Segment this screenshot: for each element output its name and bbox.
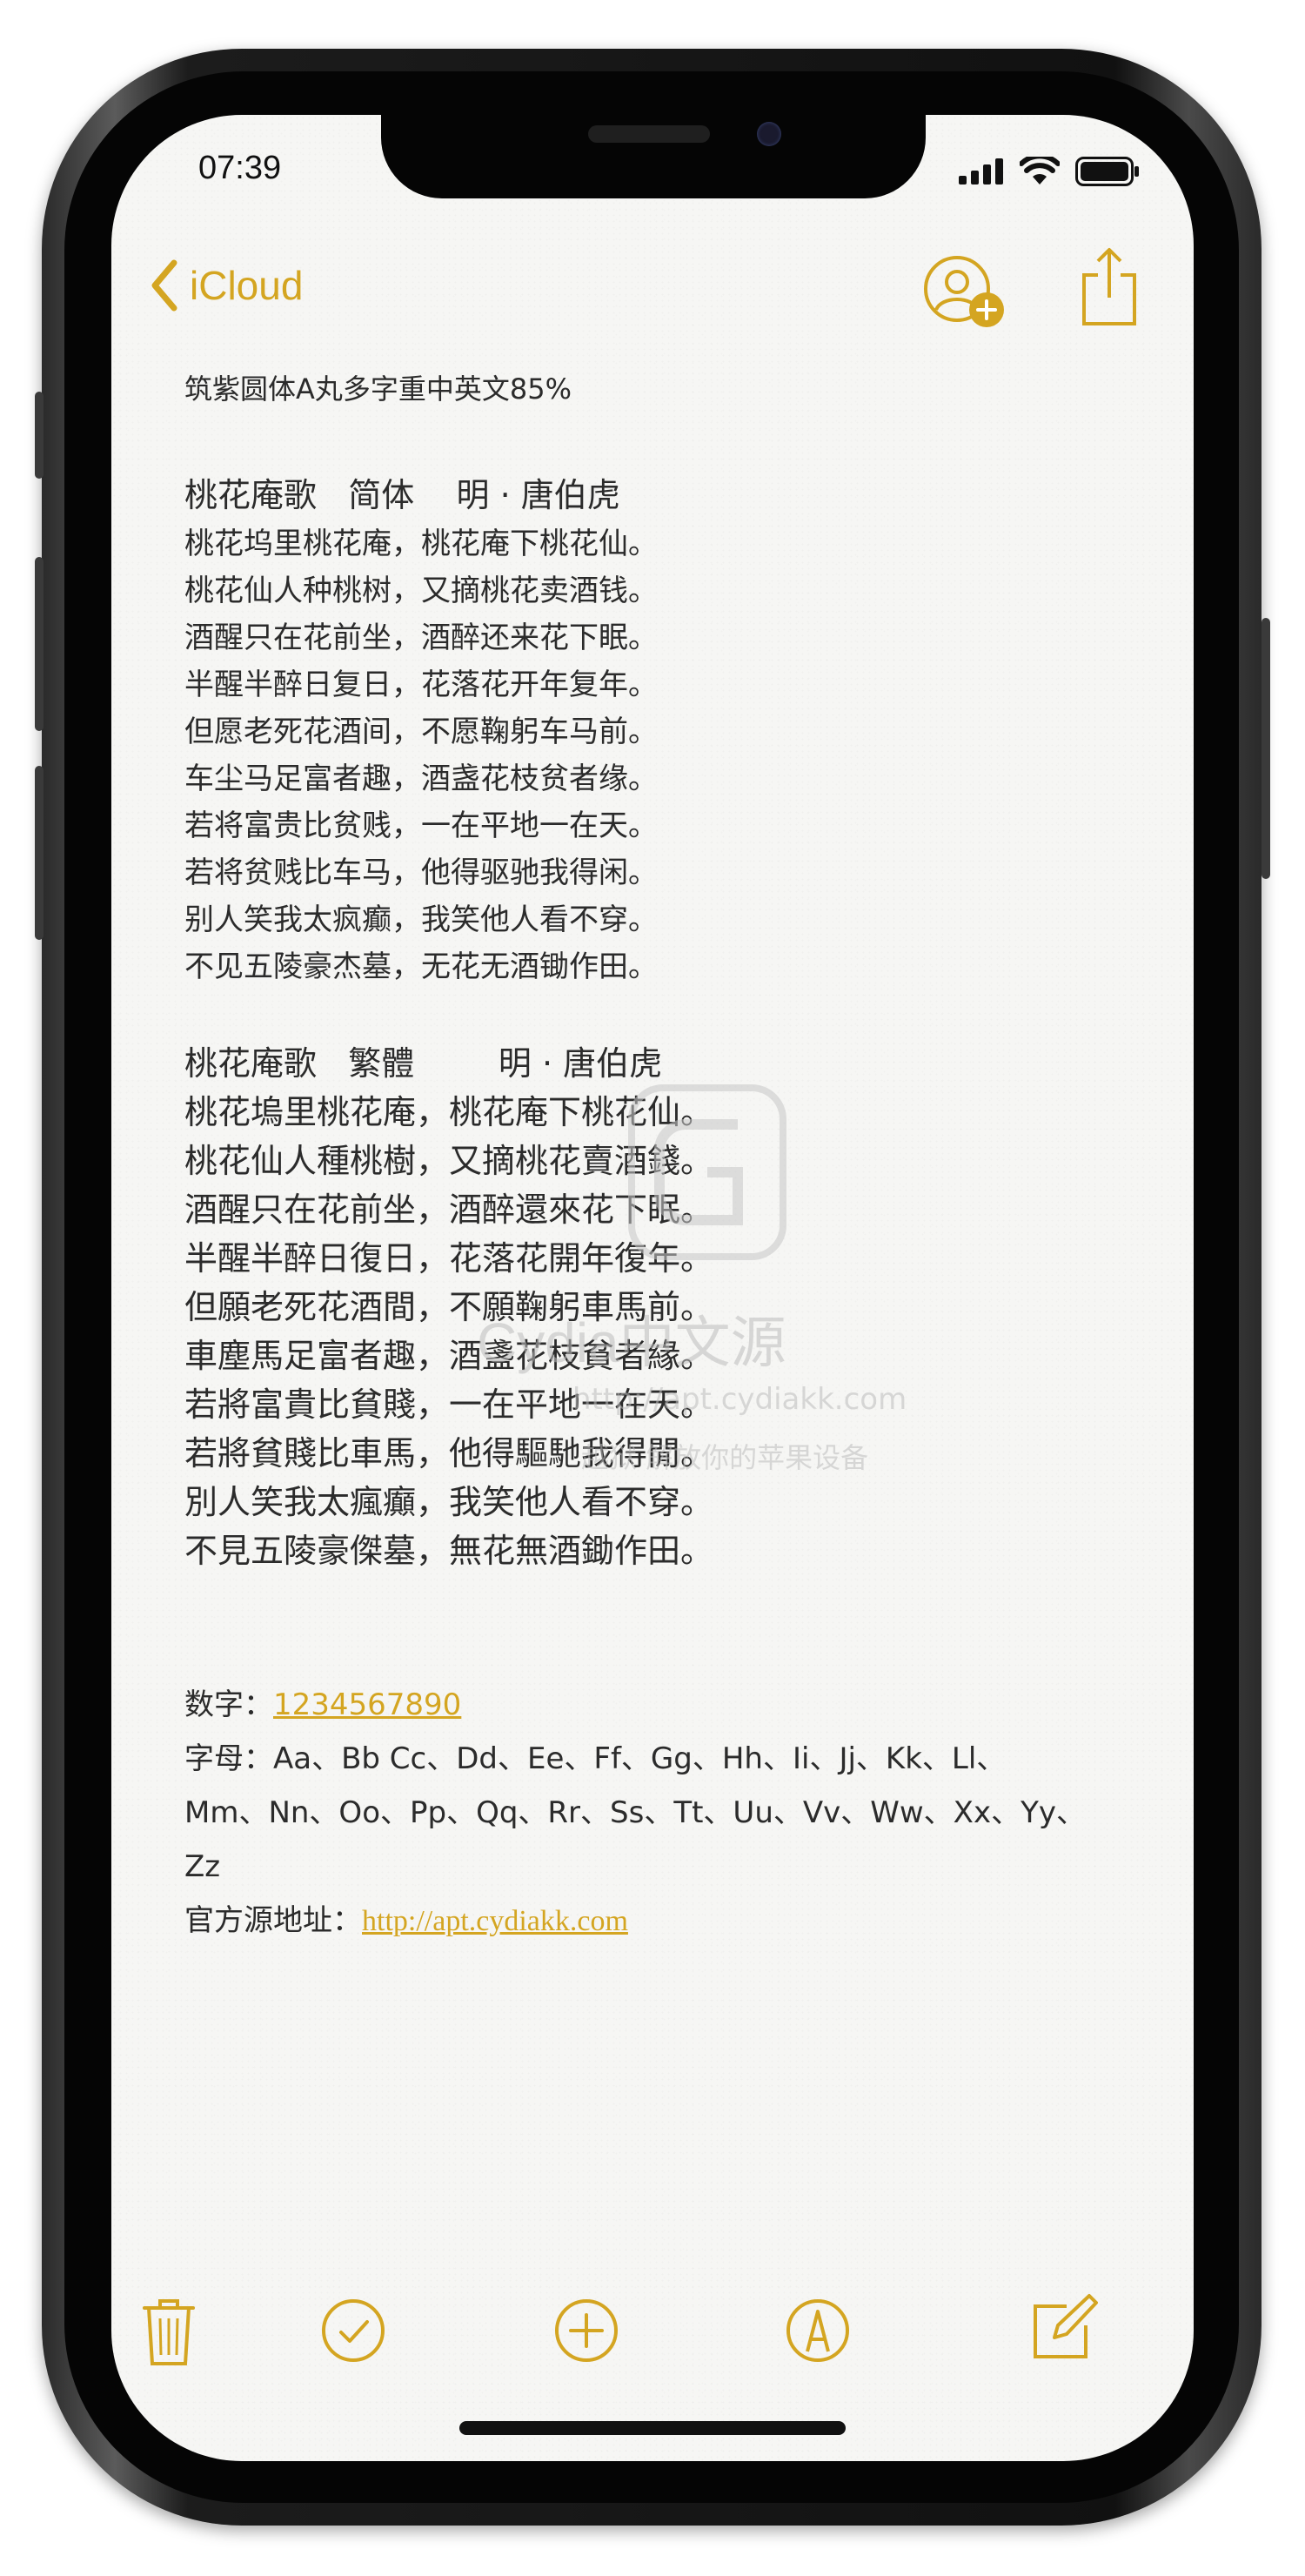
simplified-line: 但愿老死花酒间，不愿鞠躬车马前。 — [184, 714, 658, 749]
simplified-line: 半醒半醉日复日，花落花开年复年。 — [184, 667, 658, 702]
simplified-line: 桃花仙人种桃树，又摘桃花卖酒钱。 — [184, 574, 658, 608]
traditional-line: 但願老死花酒間，不願鞠躬車馬前。 — [184, 1288, 714, 1326]
simplified-line: 酒醒只在花前坐，酒醉还来花下眠。 — [184, 621, 658, 655]
chevron-left-icon — [151, 259, 177, 312]
simplified-heading: 桃花庵歌 简体 明 · 唐伯虎 — [184, 476, 620, 514]
simplified-line: 别人笑我太疯癫，我笑他人看不穿。 — [184, 902, 658, 937]
battery-icon — [1075, 157, 1139, 186]
markup-icon[interactable] — [785, 2298, 851, 2364]
letters-line-3: Zz — [184, 1849, 221, 1884]
traditional-line: 若將貧賤比車馬，他得驅馳我得閒。 — [184, 1434, 714, 1472]
traditional-line: 酒醒只在花前坐，酒醉還來花下眠。 — [184, 1191, 714, 1229]
back-button[interactable]: iCloud — [150, 259, 303, 312]
screen: 07:39 iCloud 筑紫圆体A丸多字重中英文85% 桃花庵歌 简体 明 ·… — [111, 115, 1194, 2461]
power-button — [1262, 618, 1270, 879]
source-line: 官方源地址：http://apt.cydiakk.com — [184, 1894, 1141, 1949]
status-icons — [959, 157, 1140, 186]
bottom-toolbar — [111, 2273, 1194, 2395]
checklist-icon[interactable] — [320, 2298, 386, 2364]
traditional-line: 半醒半醉日復日，花落花開年復年。 — [184, 1239, 714, 1278]
note-body[interactable]: 筑紫圆体A丸多字重中英文85% 桃花庵歌 简体 明 · 唐伯虎 桃花坞里桃花庵，… — [184, 367, 1141, 1949]
add-icon[interactable] — [553, 2298, 619, 2364]
font-name-line: 筑紫圆体A丸多字重中英文85% — [184, 372, 572, 406]
simplified-line: 若将富贵比贫贱，一在平地一在天。 — [184, 808, 658, 843]
front-camera — [757, 122, 781, 146]
cellular-signal-icon — [959, 158, 1003, 184]
add-person-icon[interactable] — [922, 254, 1009, 332]
digits-label: 数字： — [184, 1687, 273, 1722]
traditional-line: 桃花塢里桃花庵，桃花庵下桃花仙。 — [184, 1093, 714, 1131]
letters-line-2: Mm、Nn、Oo、Pp、Qq、Rr、Ss、Tt、Uu、Vv、Ww、Xx、Yy、 — [184, 1795, 1086, 1830]
wifi-icon — [1020, 157, 1060, 184]
home-indicator — [459, 2421, 846, 2435]
compose-icon[interactable] — [1028, 2292, 1098, 2362]
share-icon[interactable] — [1079, 245, 1140, 329]
traditional-line: 桃花仙人種桃樹，又摘桃花賣酒錢。 — [184, 1142, 714, 1180]
traditional-line: 若將富貴比貧賤，一在平地一在天。 — [184, 1385, 714, 1424]
digits-link[interactable]: 1234567890 — [273, 1687, 461, 1722]
trash-icon[interactable] — [141, 2296, 197, 2369]
simplified-line: 若将贫贱比车马，他得驱驰我得闲。 — [184, 855, 658, 890]
simplified-line: 车尘马足富者趣，酒盏花枝贫者缘。 — [184, 761, 658, 796]
traditional-line: 別人笑我太瘋癲，我笑他人看不穿。 — [184, 1483, 714, 1521]
traditional-heading: 桃花庵歌 繁體 明 · 唐伯虎 — [184, 1044, 663, 1083]
letters-line: 字母：Aa、Bb Cc、Dd、Ee、Ff、Gg、Hh、Ii、Jj、Kk、Ll、 — [184, 1732, 1141, 1786]
earpiece — [588, 125, 710, 143]
status-time: 07:39 — [198, 150, 282, 186]
digits-line: 数字：1234567890 — [184, 1678, 1141, 1732]
traditional-line: 車塵馬足富者趣，酒盞花枝貧者緣。 — [184, 1337, 714, 1375]
simplified-line: 不见五陵豪杰墓，无花无酒锄作田。 — [184, 949, 658, 984]
source-link[interactable]: http://apt.cydiakk.com — [362, 1905, 628, 1937]
notch — [381, 115, 926, 198]
traditional-line: 不見五陵豪傑墓，無花無酒鋤作田。 — [184, 1532, 714, 1570]
mute-switch — [35, 392, 44, 479]
volume-up-button — [35, 557, 44, 731]
source-label: 官方源地址： — [184, 1903, 362, 1938]
volume-down-button — [35, 766, 44, 940]
simplified-line: 桃花坞里桃花庵，桃花庵下桃花仙。 — [184, 527, 658, 561]
back-label: iCloud — [190, 263, 304, 308]
letters-text: Aa、Bb Cc、Dd、Ee、Ff、Gg、Hh、Ii、Jj、Kk、Ll、 — [273, 1741, 1007, 1776]
letters-label: 字母： — [184, 1741, 273, 1776]
